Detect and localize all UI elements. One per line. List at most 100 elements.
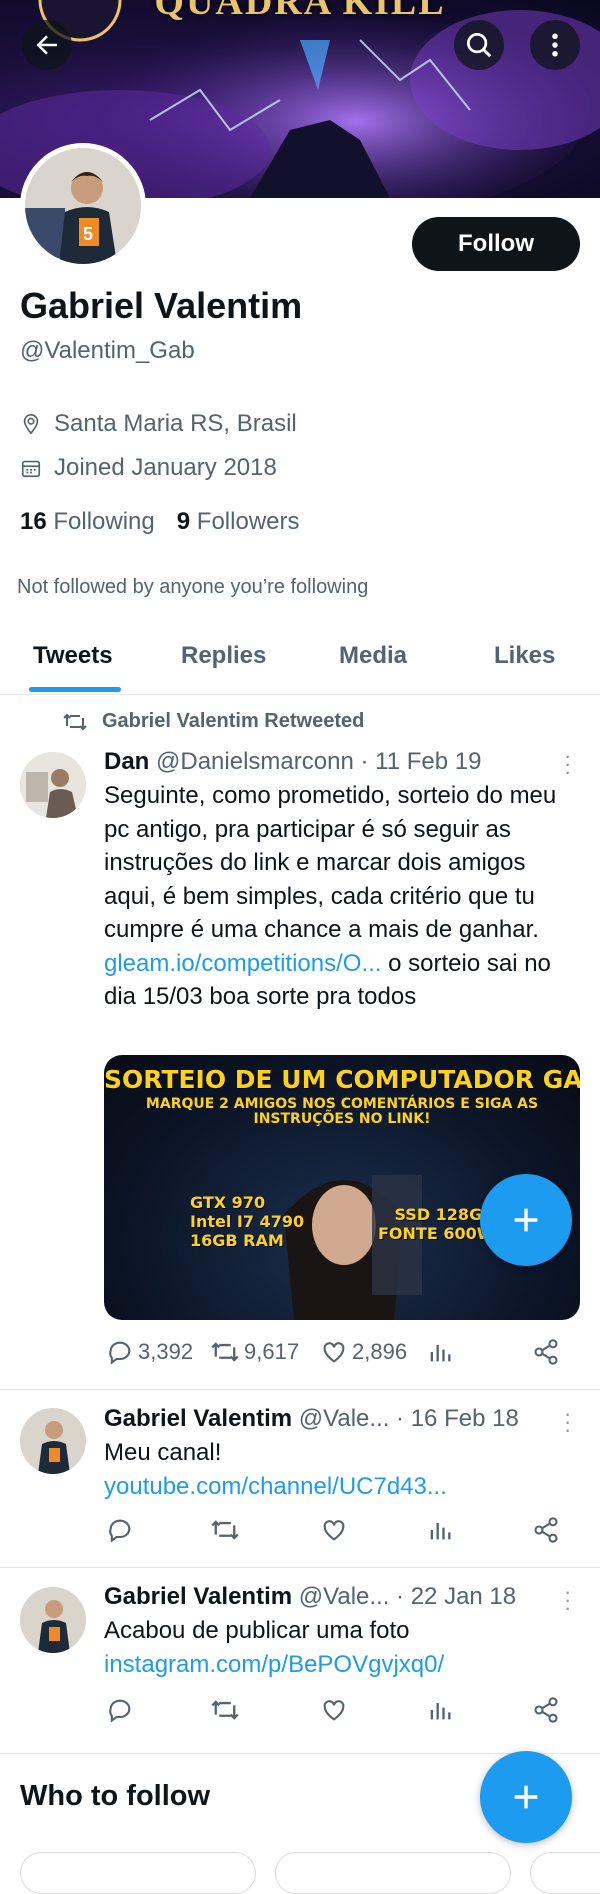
tweet-header: Gabriel Valentim @Vale... · 22 Jan 18 [104, 1583, 516, 1611]
followers-link[interactable]: 9 Followers [177, 508, 300, 535]
tweet-link[interactable]: gleam.io/competitions/O... [104, 950, 381, 977]
tweet-author-handle[interactable]: @Vale... [299, 1583, 390, 1610]
heart-icon [323, 1520, 345, 1541]
tweet-author-handle[interactable]: @Danielsmarconn [156, 748, 354, 775]
avatar-photo [20, 1408, 86, 1474]
profile-joined: Joined January 2018 [20, 454, 277, 482]
tweet-actions [104, 1696, 564, 1732]
profile-tabs: Tweets Replies Media Likes [0, 620, 600, 695]
views-button[interactable] [426, 1338, 458, 1366]
suggestion-card[interactable] [20, 1852, 256, 1894]
tweet-author-name[interactable]: Dan [104, 748, 149, 775]
media-subtitle: MARQUE 2 AMIGOS NOS COMENTÁRIOS E SIGA A… [145, 1096, 539, 1127]
tab-likes[interactable]: Likes [494, 642, 555, 670]
retweet-icon [211, 1520, 239, 1540]
retweet-button[interactable] [210, 1516, 244, 1544]
compose-tweet-button[interactable] [480, 1751, 572, 1843]
suggestion-card[interactable] [530, 1852, 600, 1894]
reply-button[interactable]: 3,392 [106, 1338, 193, 1366]
calendar-icon [21, 460, 41, 478]
like-button[interactable] [320, 1696, 352, 1724]
share-icon [534, 1339, 558, 1365]
search-icon [467, 33, 492, 58]
tweet-avatar[interactable] [20, 1408, 86, 1474]
retweet-button[interactable]: 9,617 [210, 1338, 299, 1366]
tweet-date: · 16 Feb 18 [396, 1405, 519, 1432]
retweet-icon [211, 1342, 239, 1362]
profile-location: Santa Maria RS, Brasil [20, 410, 297, 438]
suggestion-card[interactable] [275, 1852, 511, 1894]
search-button[interactable] [454, 20, 504, 70]
following-label: Following [53, 508, 155, 535]
like-count: 2,896 [352, 1339, 408, 1364]
joined-text: Joined January 2018 [54, 454, 277, 481]
tweet-body: Seguinte, como prometido, sorteio do meu… [104, 782, 557, 943]
follow-button[interactable]: Follow [412, 217, 580, 271]
banner-title: QUADRA KILL [154, 0, 446, 23]
location-pin-icon [23, 414, 39, 435]
tweet-avatar[interactable] [20, 1587, 86, 1653]
tab-tweets[interactable]: Tweets [33, 642, 113, 670]
share-button[interactable] [532, 1516, 564, 1544]
tweet-header: Gabriel Valentim @Vale... · 16 Feb 18 [104, 1405, 519, 1433]
back-button[interactable] [22, 20, 72, 70]
profile-avatar[interactable]: 5 [20, 143, 146, 269]
following-link[interactable]: 16 Following [20, 508, 155, 535]
retweet-icon [63, 713, 87, 730]
like-button[interactable]: 2,896 [320, 1338, 407, 1366]
location-text: Santa Maria RS, Brasil [54, 410, 297, 437]
reply-icon [109, 1341, 131, 1365]
reply-icon [109, 1699, 131, 1723]
share-button[interactable] [532, 1696, 564, 1724]
retweeted-label: Gabriel Valentim Retweeted [62, 710, 364, 733]
arrow-left-icon [36, 35, 57, 55]
reply-button[interactable] [106, 1516, 138, 1544]
who-to-follow-title: Who to follow [20, 1780, 211, 1812]
retweet-count: 9,617 [244, 1339, 300, 1364]
tweet-author-handle[interactable]: @Vale... [299, 1405, 390, 1432]
tweet-link[interactable]: instagram.com/p/BePOVgvjxq0/ [104, 1648, 584, 1682]
tab-replies[interactable]: Replies [181, 642, 266, 670]
views-button[interactable] [426, 1696, 458, 1724]
following-count: 16 [20, 508, 47, 535]
active-tab-indicator [29, 687, 121, 692]
tweet-actions: 3,392 9,617 2,896 [104, 1338, 564, 1374]
avatar-photo: 5 [25, 148, 141, 264]
views-button[interactable] [426, 1516, 458, 1544]
tweet-more-button[interactable]: · · · [564, 745, 571, 783]
media-spec-left: GTX 970 Intel I7 4790 16GB RAM [190, 1193, 305, 1250]
retweet-button[interactable] [210, 1696, 244, 1724]
retweeted-by-text: Gabriel Valentim Retweeted [102, 710, 365, 732]
avatar-photo [20, 752, 86, 818]
tab-media[interactable]: Media [339, 642, 407, 670]
media-title: SORTEIO DE UM COMPUTADOR GAMER! [104, 1065, 580, 1094]
compose-tweet-button[interactable] [480, 1174, 572, 1266]
profile-handle: @Valentim_Gab [20, 337, 195, 364]
avatar-photo [20, 1587, 86, 1653]
tweet-actions [104, 1516, 564, 1552]
follow-counts: 16 Following 9 Followers [20, 508, 300, 536]
like-button[interactable] [320, 1516, 352, 1544]
tweet-date: · 22 Jan 18 [396, 1583, 517, 1610]
more-options-button[interactable] [530, 20, 580, 70]
tweet-link[interactable]: youtube.com/channel/UC7d43... [104, 1470, 584, 1504]
tweet-more-button[interactable]: · · · [564, 1403, 571, 1441]
tweet-more-button[interactable]: · · · [564, 1581, 571, 1619]
svg-text:5: 5 [83, 224, 93, 244]
tweet-avatar[interactable] [20, 752, 86, 818]
share-icon [534, 1517, 558, 1543]
tweet-body: Meu canal! [104, 1439, 222, 1466]
followers-label: Followers [196, 508, 300, 535]
media-spec-right: SSD 128GB FONTE 600W [378, 1205, 495, 1243]
tweet-text: Meu canal! youtube.com/channel/UC7d43... [104, 1436, 584, 1503]
followers-count: 9 [176, 508, 191, 535]
plus-icon [514, 1785, 538, 1809]
more-vertical-icon: · · · [564, 743, 572, 784]
plus-icon [514, 1208, 538, 1232]
reply-button[interactable] [106, 1696, 138, 1724]
share-button[interactable] [532, 1338, 564, 1366]
tweet-author-name[interactable]: Gabriel Valentim [104, 1583, 292, 1610]
analytics-icon [430, 1523, 451, 1540]
tweet-author-name[interactable]: Gabriel Valentim [104, 1405, 292, 1432]
heart-icon [323, 1700, 345, 1721]
